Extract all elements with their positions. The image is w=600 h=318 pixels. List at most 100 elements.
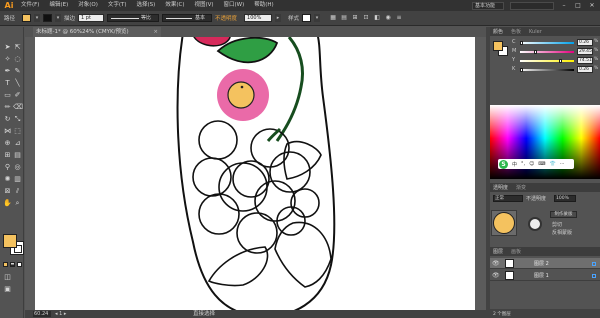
artwork[interactable] (25, 37, 486, 310)
tab-transparency[interactable]: 透明度 (493, 184, 508, 191)
tab-swatches[interactable]: 色板 (511, 28, 521, 35)
paintbrush-tool-icon[interactable]: ✐ (13, 91, 22, 100)
none-mode-button[interactable] (17, 262, 22, 267)
stroke-color-swatch[interactable] (43, 14, 53, 22)
rotate-tool-icon[interactable]: ↻ (3, 115, 12, 124)
document-tab[interactable]: 未标题-1* @ 60%24% (CMYK/预览) × (33, 27, 161, 37)
brush-definition[interactable]: 基本 (162, 14, 213, 22)
shape-builder-tool-icon[interactable]: ⊕ (3, 139, 12, 148)
menu-view[interactable]: 视图(V) (189, 0, 218, 11)
magic-wand-tool-icon[interactable]: ✧ (3, 55, 12, 64)
channel-slider-knob[interactable] (534, 50, 538, 54)
clip-checkbox[interactable]: 剪切 (552, 221, 562, 228)
channel-slider-track[interactable] (520, 69, 574, 71)
menu-type[interactable]: 文字(T) (103, 0, 132, 11)
transparency-opacity-field[interactable]: 100% (554, 195, 576, 202)
pencil-tool-icon[interactable]: ✏ (3, 103, 12, 112)
ime-item-punct[interactable]: °, (521, 161, 525, 167)
ime-item-more[interactable]: ⋯ (560, 161, 565, 167)
blend-tool-icon[interactable]: ◎ (13, 163, 22, 172)
color-mode-button[interactable] (3, 262, 8, 267)
close-tab-icon[interactable]: × (153, 27, 158, 37)
lasso-tool-icon[interactable]: ◌ (13, 55, 22, 64)
fill-dropdown-icon[interactable]: ▾ (34, 14, 41, 22)
ime-item-keyboard[interactable]: ⌨ (538, 161, 545, 167)
hand-tool-icon[interactable]: ✋ (3, 199, 12, 208)
search-input[interactable] (510, 1, 554, 10)
column-graph-tool-icon[interactable]: ▥ (13, 175, 22, 184)
symbol-sprayer-tool-icon[interactable]: ✺ (3, 175, 12, 184)
opacity-dropdown-icon[interactable]: ▸ (275, 14, 282, 22)
workspace-switcher[interactable]: 基本功能 (472, 1, 504, 10)
line-tool-icon[interactable]: ╲ (13, 79, 22, 88)
channel-slider-knob[interactable] (520, 41, 524, 45)
ime-item-skin[interactable]: 👕 (550, 161, 556, 167)
canvas-area[interactable] (25, 37, 486, 310)
style-dropdown-icon[interactable]: ▾ (314, 14, 321, 22)
ime-logo-icon[interactable]: S (499, 159, 508, 169)
layer-name[interactable]: 图层 1 (534, 272, 549, 279)
document-setup-icon[interactable]: ▦ (329, 14, 337, 22)
fill-color-swatch[interactable] (22, 14, 32, 22)
maximize-button[interactable]: □ (574, 2, 582, 10)
object-thumbnail[interactable] (493, 212, 515, 234)
selection-tool-icon[interactable]: ➤ (3, 43, 12, 52)
visibility-eye-icon[interactable]: 👁 (492, 260, 500, 267)
panel-menu-icon[interactable]: ≡ (395, 14, 403, 22)
opacity-field[interactable]: 100% (244, 14, 273, 22)
type-tool-icon[interactable]: T (3, 79, 12, 88)
channel-slider-track[interactable] (520, 60, 574, 62)
style-swatch[interactable] (302, 14, 312, 22)
menu-file[interactable]: 文件(F) (16, 0, 44, 11)
mesh-tool-icon[interactable]: ⊞ (3, 151, 12, 160)
preferences-icon[interactable]: ▤ (340, 14, 348, 22)
eraser-tool-icon[interactable]: ⌫ (13, 103, 23, 112)
tab-layers[interactable]: 图层 (493, 248, 503, 255)
opacity-label[interactable]: 不透明度 (215, 14, 237, 22)
channel-value-field[interactable]: 29.45 (577, 48, 593, 55)
layer-row[interactable]: 👁 图层 1 (490, 270, 600, 281)
layer-row[interactable]: 👁 图层 2 (490, 258, 600, 269)
width-tool-icon[interactable]: ⋈ (3, 127, 12, 136)
menu-help[interactable]: 帮助(H) (249, 0, 278, 11)
minimize-button[interactable]: – (560, 2, 568, 10)
blend-mode-select[interactable]: 正常 (493, 195, 523, 202)
ime-toolbar[interactable]: S 中 °, ☺ ⌨ 👕 ⋯ (498, 159, 574, 169)
recolor-icon[interactable]: ◉ (384, 14, 392, 22)
isolate-icon[interactable]: ◧ (373, 14, 381, 22)
curvature-tool-icon[interactable]: ✎ (13, 67, 22, 76)
visibility-eye-icon[interactable]: 👁 (492, 272, 500, 279)
layer-target-icon[interactable] (592, 274, 596, 278)
tab-color[interactable]: 颜色 (493, 28, 503, 35)
align-icon[interactable]: ⊞ (351, 14, 359, 22)
layer-name[interactable]: 图层 2 (534, 260, 549, 267)
ime-item-emoji[interactable]: ☺ (529, 161, 534, 167)
close-window-button[interactable]: ✕ (588, 2, 596, 10)
menu-edit[interactable]: 编辑(E) (44, 0, 73, 11)
tab-kuler[interactable]: Kuler (529, 29, 542, 35)
channel-slider-knob[interactable] (559, 59, 562, 63)
eyedropper-tool-icon[interactable]: ⚲ (3, 163, 12, 172)
scale-tool-icon[interactable]: ⤡ (13, 115, 22, 124)
menu-select[interactable]: 选择(S) (132, 0, 161, 11)
free-transform-tool-icon[interactable]: ⬚ (13, 127, 22, 136)
transform-icon[interactable]: ⊡ (362, 14, 370, 22)
screen-mode-icon[interactable]: ▣ (3, 285, 12, 294)
mask-thumbnail[interactable] (528, 217, 542, 231)
artboard-tool-icon[interactable]: ⊠ (3, 187, 12, 196)
menu-object[interactable]: 对象(O) (73, 0, 103, 11)
zoom-tool-icon[interactable]: ⌕ (13, 199, 22, 208)
page-nav-icon[interactable]: ◂ 1 ▸ (55, 311, 66, 317)
fill-swatch[interactable] (3, 234, 17, 248)
channel-value-field[interactable]: 0.26 (577, 66, 593, 73)
ime-item-chinese[interactable]: 中 (512, 161, 517, 168)
channel-slider-track[interactable] (520, 51, 574, 53)
panel-fill-swatch[interactable] (493, 41, 503, 51)
channel-value-field[interactable]: 74.51 (577, 57, 593, 64)
channel-value-field[interactable]: 0.26 (577, 39, 593, 46)
stroke-dropdown-icon[interactable]: ▾ (55, 14, 62, 22)
channel-slider-knob[interactable] (520, 68, 524, 72)
menu-effect[interactable]: 效果(C) (160, 0, 189, 11)
tab-gradient[interactable]: 渐变 (516, 184, 526, 191)
direct-selection-tool-icon[interactable]: ⇱ (13, 43, 22, 52)
